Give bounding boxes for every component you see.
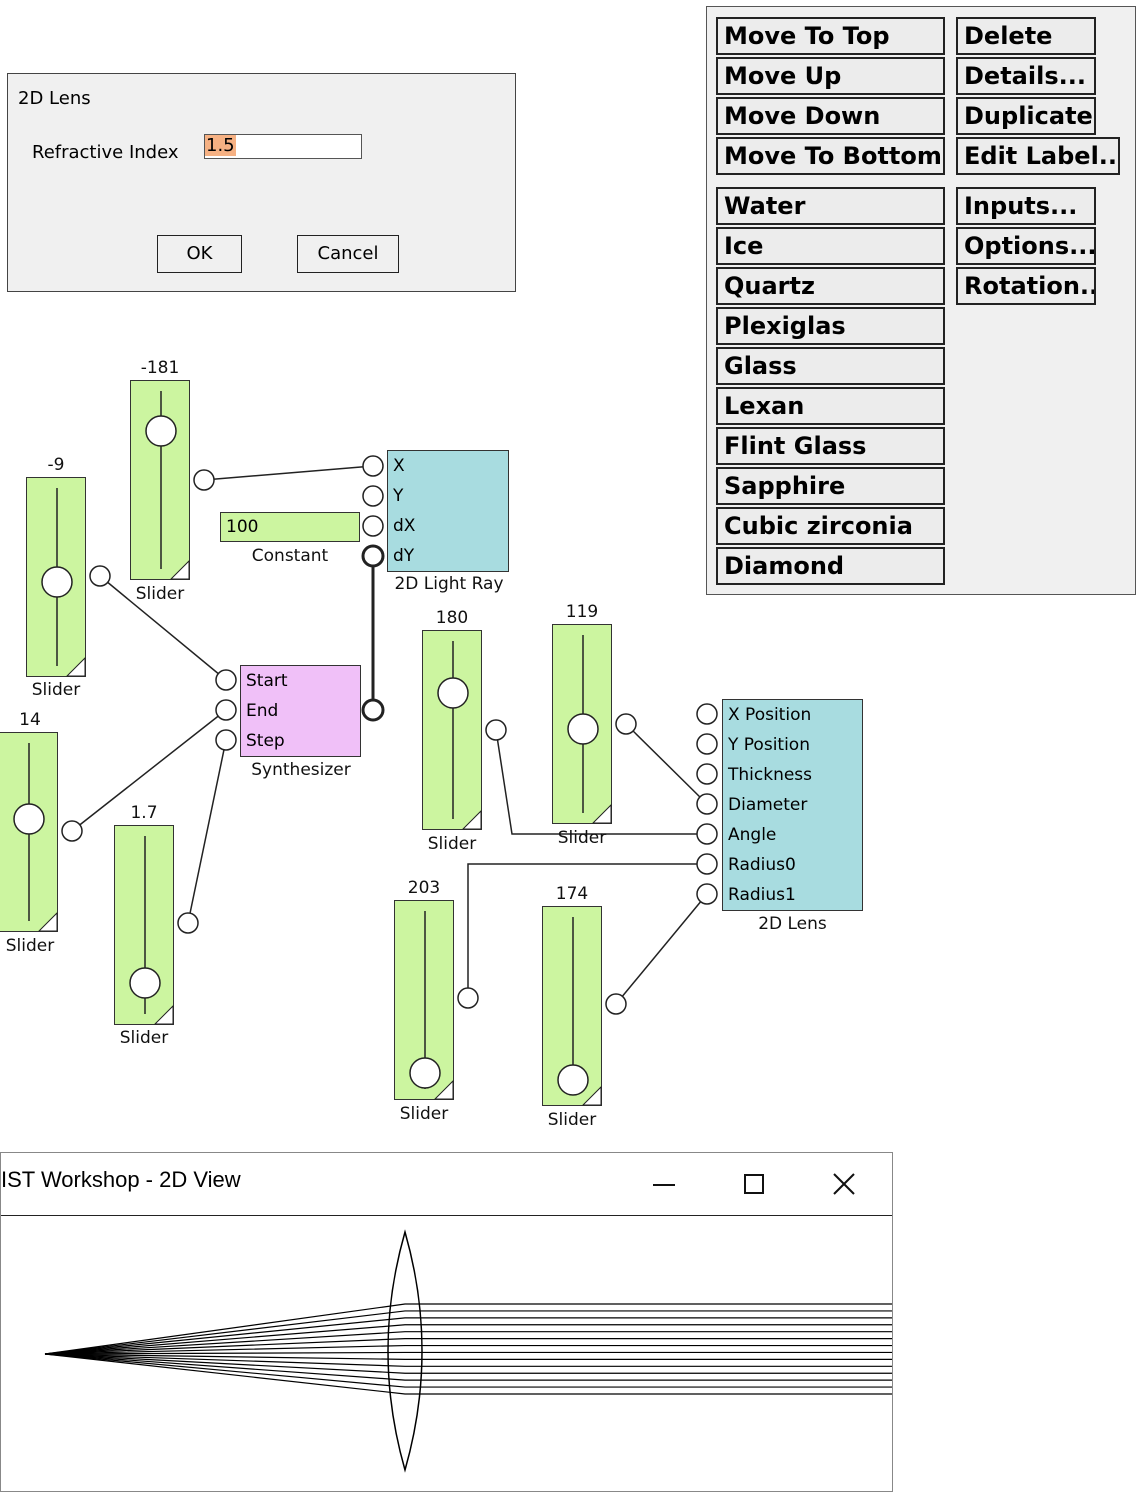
lens-input-port[interactable] — [696, 733, 718, 755]
light-ray — [44, 1353, 892, 1395]
slider-output-port[interactable] — [177, 912, 199, 934]
lens-input-port[interactable] — [696, 763, 718, 785]
slider-output-port[interactable] — [457, 987, 479, 1009]
ray-input-port[interactable] — [362, 455, 384, 477]
lens-shape-icon — [387, 1229, 423, 1473]
ray-input-port[interactable] — [362, 515, 384, 537]
synth-input-port[interactable] — [215, 729, 237, 751]
minimize-icon[interactable] — [649, 1171, 679, 1201]
slider-output-port[interactable] — [89, 565, 111, 587]
slider-output-port[interactable] — [61, 820, 83, 842]
slider-output-port[interactable] — [193, 469, 215, 491]
lens-input-port[interactable] — [696, 703, 718, 725]
ray-input-port[interactable] — [361, 544, 385, 568]
synth-input-port[interactable] — [215, 669, 237, 691]
close-icon[interactable] — [829, 1169, 859, 1199]
light-rays — [44, 1303, 892, 1395]
lens-input-port[interactable] — [696, 823, 718, 845]
light-ray — [44, 1351, 892, 1355]
synth-input-port[interactable] — [215, 699, 237, 721]
lens-input-port[interactable] — [696, 793, 718, 815]
slider-output-port[interactable] — [605, 993, 627, 1015]
ray-input-port[interactable] — [362, 485, 384, 507]
maximize-icon[interactable] — [739, 1169, 769, 1199]
optics-canvas[interactable] — [1, 1216, 892, 1491]
window-titlebar[interactable]: IST Workshop - 2D View — [1, 1153, 892, 1216]
synth-output-port[interactable] — [361, 698, 385, 722]
lens-input-port[interactable] — [696, 883, 718, 905]
port-layer — [61, 455, 718, 1015]
window-title: IST Workshop - 2D View — [1, 1167, 241, 1192]
view-window: IST Workshop - 2D View — [0, 1152, 893, 1492]
slider-output-port[interactable] — [485, 719, 507, 741]
slider-output-port[interactable] — [615, 713, 637, 735]
lens-input-port[interactable] — [696, 853, 718, 875]
